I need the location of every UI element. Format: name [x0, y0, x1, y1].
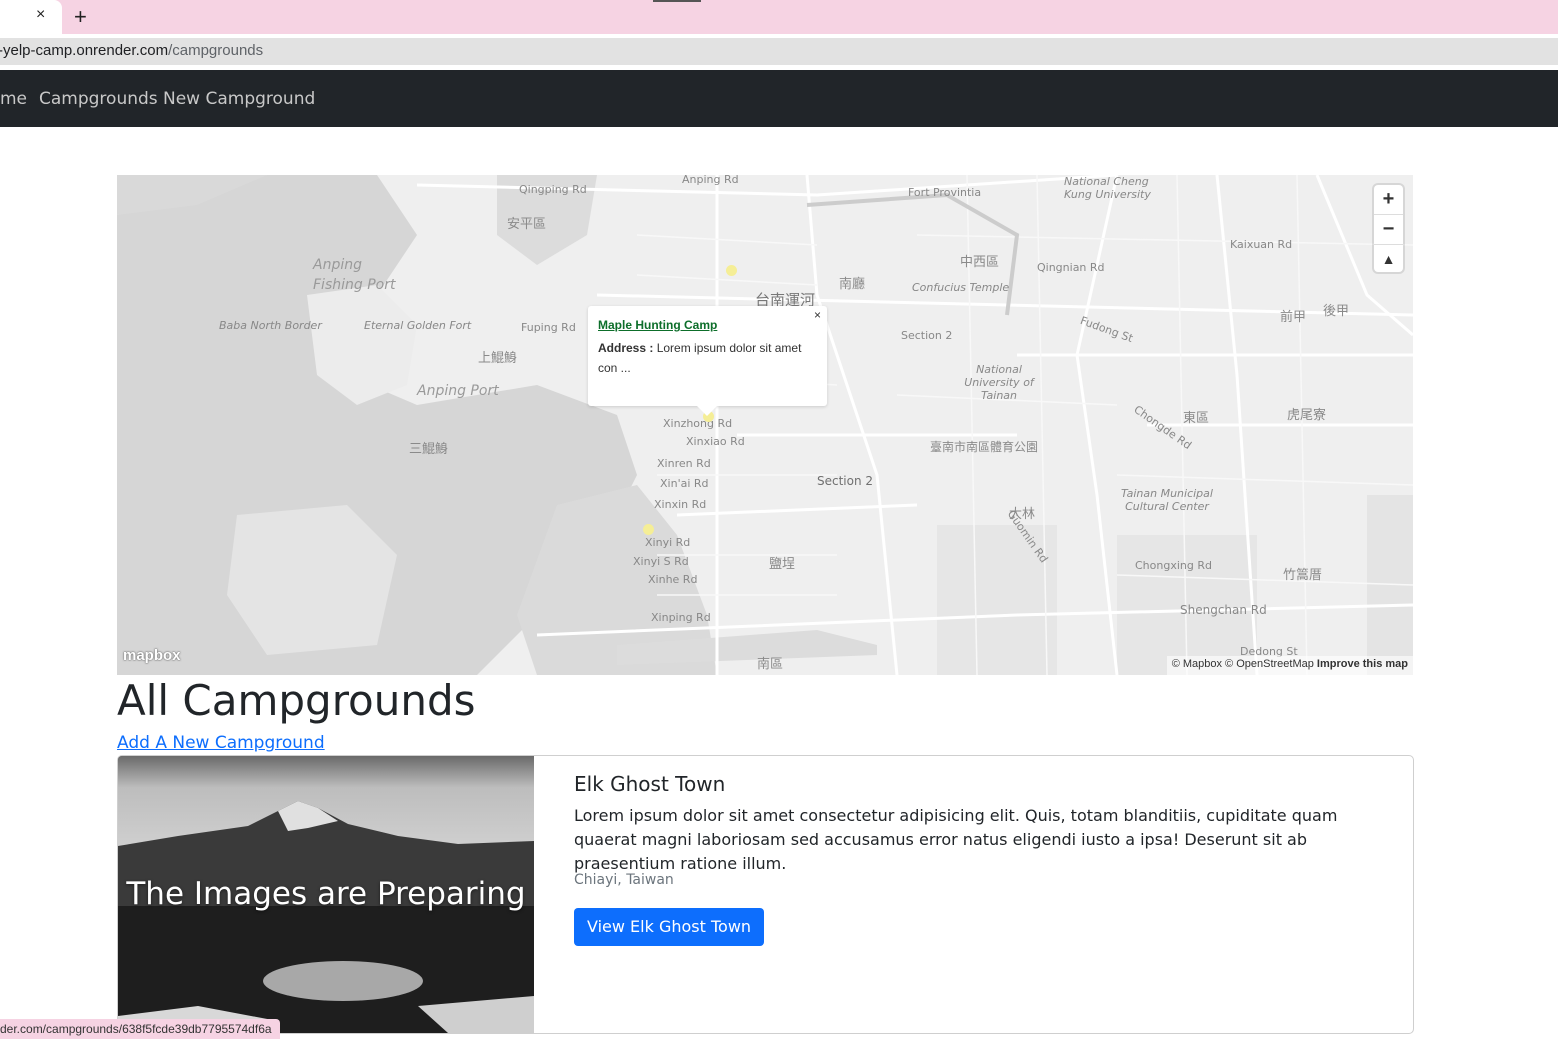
add-campground-link[interactable]: Add A New Campground — [117, 733, 325, 753]
map-label: 三鯤鯓 — [409, 442, 449, 457]
campground-map[interactable]: Anping Rd Qingping Rd Fort Provintia Nat… — [117, 175, 1413, 675]
map-label: 虎尾寮 — [1287, 408, 1327, 423]
map-label: Xinxin Rd — [654, 498, 707, 511]
map-label: Xinyi Rd — [645, 536, 691, 549]
map-label: Xinxiao Rd — [686, 435, 745, 448]
map-label: 前甲 — [1280, 310, 1307, 325]
zoom-in-button[interactable]: + — [1374, 185, 1403, 215]
close-icon[interactable]: × — [36, 6, 45, 24]
map-label: 東區 — [1183, 411, 1210, 426]
campground-title: Elk Ghost Town — [574, 772, 726, 796]
map-label: Qingping Rd — [519, 183, 587, 196]
map-label: National Cheng Kung University — [1064, 175, 1151, 201]
map-label: Xinren Rd — [657, 457, 711, 470]
close-icon[interactable]: × — [814, 308, 821, 322]
tab-indicator — [653, 0, 701, 2]
map-label: Confucius Temple — [912, 281, 1010, 294]
map-label: Xin'ai Rd — [660, 477, 709, 490]
map-label: Xinping Rd — [651, 611, 711, 624]
map-label: Xinyi S Rd — [633, 555, 689, 568]
map-label: Eternal Golden Fort — [364, 319, 472, 332]
browser-tab[interactable]: × — [0, 0, 62, 34]
new-tab-button[interactable]: + — [74, 4, 87, 30]
map-label: Shengchan Rd — [1180, 603, 1267, 617]
status-bar-url: der.com/campgrounds/638f5fcde39db7795574… — [0, 1019, 280, 1039]
map-label: National University of Tainan — [964, 363, 1034, 402]
map-label: Anping Port — [417, 383, 499, 399]
map-label: 南區 — [757, 657, 784, 672]
campground-description: Lorem ipsum dolor sit amet consectetur a… — [574, 806, 1338, 873]
view-campground-button[interactable]: View Elk Ghost Town — [574, 908, 765, 946]
map-label: Baba North Border — [219, 319, 322, 332]
map-label: 安平區 — [507, 217, 547, 232]
map-label: Fort Provintia — [908, 186, 982, 199]
map-label: Section 2 — [901, 329, 953, 342]
map-zoom-control: + − ▲ — [1374, 185, 1403, 272]
popup-campground-link[interactable]: Maple Hunting Camp — [598, 318, 717, 332]
campground-location: Chiayi, Taiwan — [574, 872, 674, 888]
browser-tab-bar — [0, 0, 1558, 34]
image-placeholder-text: The Images are Preparing — [126, 876, 526, 912]
url-host: -yelp-camp.onrender.com — [0, 42, 169, 59]
map-label: 臺南市南區體育公園 — [930, 440, 1039, 454]
map-label: Section 2 — [817, 474, 874, 488]
map-label: Anping Fishing Port — [313, 257, 396, 293]
nav-campgrounds-link[interactable]: Campgrounds — [39, 89, 158, 109]
campground-marker[interactable] — [643, 524, 654, 535]
map-label: 竹篙厝 — [1283, 568, 1323, 583]
map-attribution: © Mapbox © OpenStreetMap Improve this ma… — [1166, 656, 1413, 675]
campground-card: The Images are Preparing Elk Ghost Town … — [117, 755, 1414, 1034]
popup-address: Address : Lorem ipsum dolor sit amet con… — [598, 338, 816, 378]
map-popup: × Maple Hunting Camp Address : Lorem ips… — [588, 306, 827, 406]
map-label: Kaixuan Rd — [1230, 238, 1293, 251]
page-title: All Campgrounds — [117, 676, 476, 725]
map-label: Xinhe Rd — [648, 573, 698, 586]
popup-tip — [697, 406, 717, 416]
map-label: 上鯤鯓 — [478, 351, 518, 366]
url-text[interactable]: -yelp-camp.onrender.com/campgrounds — [0, 42, 263, 59]
map-label: 鹽埕 — [769, 557, 796, 572]
map-label: 後甲 — [1323, 304, 1350, 319]
map-label: Tainan Municipal Cultural Center — [1121, 487, 1213, 513]
map-label: 南廳 — [839, 277, 866, 292]
nav-new-campground-link[interactable]: New Campground — [163, 89, 315, 109]
zoom-out-button[interactable]: − — [1374, 215, 1403, 245]
map-label: 大林 — [1009, 507, 1036, 522]
mapbox-logo[interactable]: mapbox — [123, 647, 181, 664]
attribution-text[interactable]: © Mapbox © OpenStreetMap — [1172, 658, 1314, 670]
map-label: Fuping Rd — [521, 321, 576, 334]
compass-icon[interactable]: ▲ — [1374, 245, 1403, 274]
popup-address-label: Address : — [598, 341, 654, 355]
map-label: Chongxing Rd — [1135, 559, 1212, 572]
map-label: Qingnian Rd — [1037, 261, 1105, 274]
map-label: Anping Rd — [682, 175, 739, 186]
map-label: Xinzhong Rd — [663, 417, 733, 430]
url-path: /campgrounds — [168, 42, 264, 59]
improve-map-link[interactable]: Improve this map — [1317, 658, 1408, 670]
campground-image: The Images are Preparing — [118, 756, 534, 1033]
nav-home-link[interactable]: me — [0, 89, 27, 109]
map-base — [117, 175, 1413, 675]
campground-marker[interactable] — [726, 265, 737, 276]
map-label: 中西區 — [960, 255, 1000, 270]
